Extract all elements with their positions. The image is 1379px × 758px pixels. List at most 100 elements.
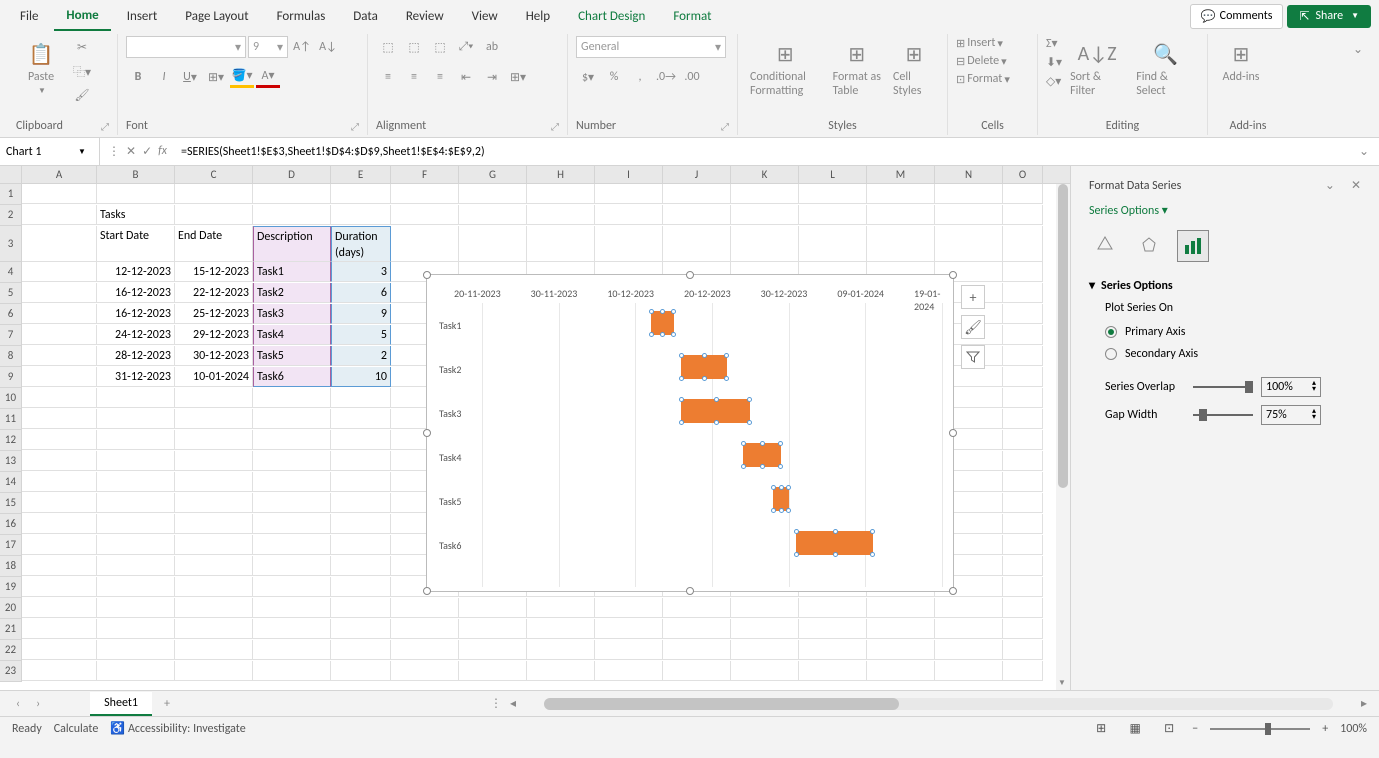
- col-header[interactable]: I: [595, 166, 663, 183]
- cell[interactable]: [1003, 430, 1043, 450]
- cell[interactable]: [331, 619, 391, 639]
- row-header[interactable]: 8: [0, 346, 22, 367]
- row-header[interactable]: 4: [0, 262, 22, 283]
- accounting-button[interactable]: $▾: [576, 66, 600, 88]
- comments-button[interactable]: 💬 Comments: [1190, 4, 1284, 29]
- cell[interactable]: [935, 184, 1003, 204]
- zoom-slider[interactable]: [1210, 728, 1310, 730]
- cell[interactable]: [175, 640, 253, 660]
- underline-button[interactable]: U▾: [178, 66, 202, 88]
- percent-button[interactable]: %: [602, 66, 626, 88]
- cell[interactable]: [867, 640, 935, 660]
- conditional-formatting-button[interactable]: ⊞Conditional Formatting: [746, 36, 825, 102]
- cell[interactable]: [731, 619, 799, 639]
- cell[interactable]: [331, 184, 391, 204]
- align-right-button[interactable]: ≡: [428, 66, 452, 88]
- clear-button[interactable]: ◇▾: [1046, 74, 1062, 89]
- vertical-scrollbar[interactable]: ▼: [1056, 184, 1070, 690]
- col-header[interactable]: B: [97, 166, 175, 183]
- series-options-tab[interactable]: [1177, 230, 1209, 262]
- cell[interactable]: [527, 661, 595, 681]
- chart-bar[interactable]: [773, 487, 788, 511]
- cell[interactable]: [253, 619, 331, 639]
- cell[interactable]: 2: [331, 346, 391, 366]
- dialog-launcher-icon[interactable]: ⤢: [351, 120, 359, 133]
- cell[interactable]: [331, 661, 391, 681]
- horizontal-scrollbar[interactable]: [544, 698, 1333, 710]
- cell[interactable]: [97, 493, 175, 513]
- cell[interactable]: [22, 472, 97, 492]
- cell[interactable]: [253, 184, 331, 204]
- cell[interactable]: [175, 535, 253, 555]
- chart-elements-button[interactable]: +: [961, 285, 985, 309]
- cell[interactable]: [331, 472, 391, 492]
- cell[interactable]: [97, 514, 175, 534]
- next-sheet-button[interactable]: ›: [32, 697, 44, 711]
- cell[interactable]: [391, 598, 459, 618]
- cell[interactable]: Start Date: [97, 226, 175, 262]
- series-options-section[interactable]: ▾ Series Options: [1089, 278, 1361, 293]
- cell[interactable]: [935, 640, 1003, 660]
- cell[interactable]: [253, 472, 331, 492]
- cell[interactable]: [935, 226, 1003, 262]
- cell[interactable]: [391, 640, 459, 660]
- cell[interactable]: [527, 619, 595, 639]
- name-box-input[interactable]: [6, 145, 76, 159]
- cell[interactable]: [391, 661, 459, 681]
- cell[interactable]: [331, 535, 391, 555]
- paste-button[interactable]: 📋 Paste ▼: [16, 36, 66, 100]
- cell[interactable]: [1003, 640, 1043, 660]
- cell[interactable]: [253, 514, 331, 534]
- row-header[interactable]: 13: [0, 451, 22, 472]
- cell[interactable]: [663, 619, 731, 639]
- cell[interactable]: [663, 205, 731, 225]
- row-header[interactable]: 3: [0, 226, 22, 262]
- cell[interactable]: 29-12-2023: [175, 325, 253, 345]
- formula-input[interactable]: =SERIES(Sheet1!$E$3,Sheet1!$D$4:$D$9,She…: [175, 145, 1349, 159]
- tab-menu-icon[interactable]: ⋮: [490, 696, 502, 711]
- fx-icon[interactable]: fx: [158, 144, 167, 159]
- primary-axis-radio[interactable]: Primary Axis: [1089, 321, 1361, 343]
- cell[interactable]: [731, 598, 799, 618]
- menu-file[interactable]: File: [8, 3, 50, 30]
- row-header[interactable]: 15: [0, 493, 22, 514]
- cell[interactable]: [97, 598, 175, 618]
- align-left-button[interactable]: ≡: [376, 66, 400, 88]
- cell[interactable]: [595, 598, 663, 618]
- cell[interactable]: Task5: [253, 346, 331, 366]
- gap-width-slider[interactable]: [1193, 414, 1253, 416]
- menu-home[interactable]: Home: [54, 2, 110, 31]
- cell[interactable]: [935, 205, 1003, 225]
- menu-insert[interactable]: Insert: [115, 3, 170, 30]
- cell[interactable]: [22, 577, 97, 597]
- zoom-level[interactable]: 100%: [1340, 722, 1367, 736]
- cell[interactable]: [331, 640, 391, 660]
- col-header[interactable]: H: [527, 166, 595, 183]
- cell[interactable]: [253, 535, 331, 555]
- enter-icon[interactable]: ✓: [142, 144, 152, 159]
- prev-sheet-button[interactable]: ‹: [12, 697, 24, 711]
- cell[interactable]: [22, 598, 97, 618]
- cell[interactable]: [1003, 514, 1043, 534]
- cell[interactable]: [459, 226, 527, 262]
- cell[interactable]: [175, 472, 253, 492]
- cell[interactable]: [97, 535, 175, 555]
- cell[interactable]: 10-01-2024: [175, 367, 253, 387]
- increase-font-button[interactable]: A↑: [290, 36, 314, 58]
- addins-button[interactable]: ⊞Add-ins: [1216, 36, 1266, 88]
- chart-bar[interactable]: [796, 531, 873, 555]
- chart-bar[interactable]: [681, 399, 750, 423]
- cell[interactable]: [97, 556, 175, 576]
- cell[interactable]: [799, 598, 867, 618]
- cell[interactable]: [331, 409, 391, 429]
- col-header[interactable]: D: [253, 166, 331, 183]
- dialog-launcher-icon[interactable]: ⤢: [101, 120, 109, 133]
- cell[interactable]: [1003, 346, 1043, 366]
- cell[interactable]: [1003, 325, 1043, 345]
- cell[interactable]: [175, 493, 253, 513]
- dropdown-icon[interactable]: ⋮: [108, 144, 120, 159]
- cell[interactable]: [595, 205, 663, 225]
- chart-filters-button[interactable]: [961, 345, 985, 369]
- row-header[interactable]: 14: [0, 472, 22, 493]
- cell[interactable]: [527, 184, 595, 204]
